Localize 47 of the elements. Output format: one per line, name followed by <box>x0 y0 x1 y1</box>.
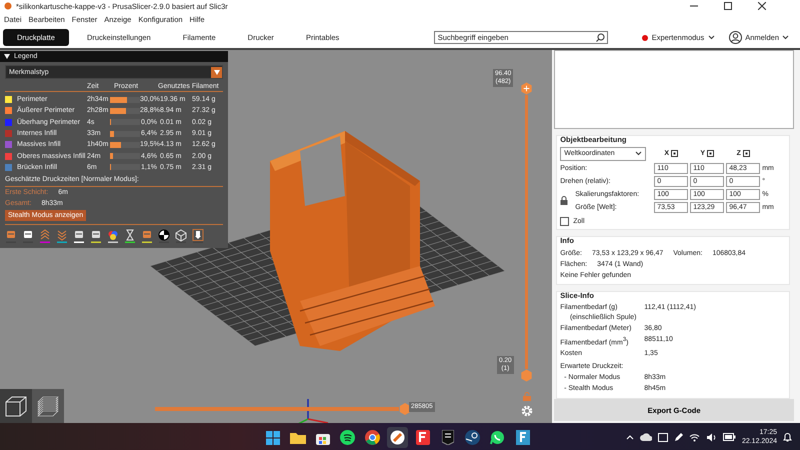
maximize-icon[interactable] <box>724 2 732 10</box>
folder-icon[interactable] <box>290 431 306 444</box>
sound-waves-icon[interactable] <box>340 430 355 445</box>
wifi-icon[interactable] <box>688 432 700 442</box>
axis-icon[interactable] <box>742 150 750 158</box>
window-icon[interactable] <box>658 432 668 442</box>
app-logo-icon <box>4 2 12 10</box>
hourglass-icon[interactable] <box>124 229 136 244</box>
close-icon[interactable] <box>758 2 766 10</box>
user-icon[interactable] <box>729 31 742 44</box>
lock-icon[interactable] <box>560 196 568 206</box>
chevrons-up-icon[interactable] <box>39 229 51 244</box>
letter-tile-icon[interactable] <box>516 430 530 445</box>
caret-icon[interactable] <box>782 35 789 40</box>
caret-icon[interactable] <box>635 151 642 156</box>
cube-icon[interactable] <box>175 229 187 244</box>
layer-slider[interactable] <box>520 82 533 382</box>
speaker-icon[interactable] <box>706 432 717 442</box>
slider-thumb-icon[interactable] <box>520 369 533 382</box>
settings-icon[interactable] <box>521 405 533 417</box>
axis-icon[interactable] <box>707 150 714 158</box>
quadrant-circle-icon[interactable] <box>158 229 170 244</box>
axis-icon[interactable] <box>671 150 678 158</box>
move-slider[interactable] <box>155 403 411 415</box>
color-circles-icon[interactable] <box>107 229 119 244</box>
battery-icon[interactable] <box>722 433 736 441</box>
cube-icon[interactable] <box>4 395 28 417</box>
caret-icon[interactable] <box>708 35 716 40</box>
viewport[interactable] <box>0 50 552 423</box>
dropdown-arrow-icon[interactable] <box>214 70 220 74</box>
extruder-icon[interactable] <box>192 229 204 244</box>
layer-slider-fill[interactable] <box>525 95 528 369</box>
cloud-icon[interactable] <box>640 433 652 441</box>
letter-tile-icon[interactable] <box>416 430 430 445</box>
four-squares-icon[interactable] <box>266 430 280 444</box>
slider-thumb-icon[interactable] <box>399 403 411 415</box>
collapse-triangle-icon[interactable] <box>4 54 10 59</box>
search-icon[interactable] <box>596 33 605 42</box>
slider-thumb-icon[interactable] <box>520 82 533 95</box>
bell-icon[interactable] <box>783 432 792 442</box>
move-slider-fill[interactable] <box>155 407 399 411</box>
chat-bubble-icon[interactable] <box>490 430 505 445</box>
browser-icon[interactable] <box>365 430 380 445</box>
chevrons-down-icon[interactable] <box>56 229 68 244</box>
checkbox[interactable] <box>560 216 570 226</box>
layers-icon[interactable] <box>36 395 60 417</box>
chevron-up-icon[interactable] <box>626 434 634 440</box>
